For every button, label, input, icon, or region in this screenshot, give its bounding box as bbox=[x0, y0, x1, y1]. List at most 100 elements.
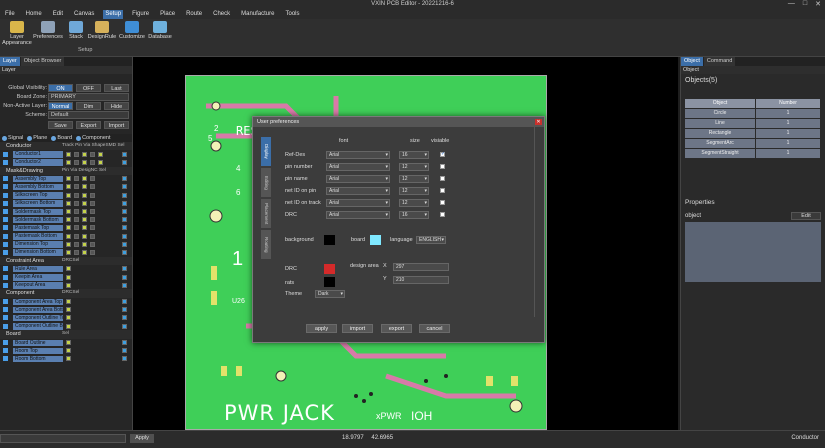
edit-button[interactable]: Edit bbox=[791, 212, 821, 220]
layer-option-checkbox[interactable] bbox=[122, 249, 127, 255]
layer-option-checkbox[interactable] bbox=[122, 323, 127, 329]
non-active-normal-button[interactable]: Normal bbox=[48, 102, 73, 110]
layer-row[interactable]: Board Outline bbox=[0, 339, 132, 347]
layer-option-checkbox[interactable] bbox=[98, 151, 103, 157]
layer-option-checkbox[interactable] bbox=[122, 266, 127, 272]
layer-row[interactable]: Silkscreen Bottom bbox=[0, 199, 132, 207]
minimize-button[interactable]: — bbox=[788, 0, 795, 8]
layer-option-checkbox[interactable] bbox=[122, 348, 127, 354]
layer-row[interactable]: Dimension Bottom bbox=[0, 248, 132, 256]
layer-visible-checkbox[interactable] bbox=[3, 323, 8, 329]
layer-option-checkbox[interactable] bbox=[122, 299, 127, 305]
design-area-y-input[interactable]: 210 bbox=[393, 276, 449, 284]
layer-visible-checkbox[interactable] bbox=[3, 356, 8, 362]
export-button[interactable]: export bbox=[381, 324, 412, 333]
layer-option-checkbox[interactable] bbox=[90, 233, 95, 239]
layer-option-checkbox[interactable] bbox=[122, 233, 127, 239]
layer-visible-checkbox[interactable] bbox=[3, 217, 8, 223]
tab-object-browser[interactable]: Object Browser bbox=[20, 57, 65, 66]
layer-visible-checkbox[interactable] bbox=[3, 209, 8, 214]
layer-option-checkbox[interactable] bbox=[82, 233, 87, 239]
visibility-off-button[interactable]: OFF bbox=[76, 84, 101, 92]
tab-layer[interactable]: Layer bbox=[0, 57, 20, 66]
font-select[interactable]: Arial bbox=[326, 199, 390, 207]
rats-color-swatch[interactable] bbox=[324, 277, 335, 287]
layer-option-checkbox[interactable] bbox=[66, 307, 71, 313]
layer-option-checkbox[interactable] bbox=[90, 225, 95, 231]
layer-visible-checkbox[interactable] bbox=[3, 282, 8, 288]
layer-section-header[interactable]: Component DRCSel bbox=[0, 289, 132, 298]
layer-option-checkbox[interactable] bbox=[122, 282, 127, 288]
layer-option-checkbox[interactable] bbox=[74, 151, 79, 157]
layer-row[interactable]: Keepout Area bbox=[0, 281, 132, 289]
layer-row[interactable]: Conductor2 bbox=[0, 158, 132, 166]
close-window-button[interactable]: ✕ bbox=[815, 0, 821, 8]
menu-tools[interactable]: Tools bbox=[283, 10, 301, 19]
layer-option-checkbox[interactable] bbox=[66, 184, 71, 190]
visible-checkbox[interactable] bbox=[440, 151, 445, 157]
background-color-swatch[interactable] bbox=[324, 235, 335, 245]
customize-button[interactable]: Customize bbox=[117, 21, 147, 40]
layer-option-checkbox[interactable] bbox=[90, 249, 95, 255]
design-rule-button[interactable]: DesignRule bbox=[86, 21, 118, 40]
layer-option-checkbox[interactable] bbox=[82, 200, 87, 206]
layer-option-checkbox[interactable] bbox=[122, 274, 127, 280]
layer-option-checkbox[interactable] bbox=[66, 192, 71, 198]
font-select[interactable]: Arial bbox=[326, 175, 390, 183]
tab-editing[interactable]: Editing bbox=[261, 168, 271, 197]
layer-visible-checkbox[interactable] bbox=[3, 200, 8, 206]
layer-option-checkbox[interactable] bbox=[66, 266, 71, 272]
layer-option-checkbox[interactable] bbox=[66, 176, 71, 182]
layer-section-header[interactable]: Mask&Drawing Pin Via DesigNC Sel bbox=[0, 166, 132, 175]
layer-visible-checkbox[interactable] bbox=[3, 176, 8, 182]
tab-object[interactable]: Object bbox=[681, 57, 703, 66]
layer-option-checkbox[interactable] bbox=[74, 249, 79, 255]
layer-row[interactable]: Component Area Top bbox=[0, 298, 132, 306]
layer-option-checkbox[interactable] bbox=[82, 225, 87, 231]
menu-edit[interactable]: Edit bbox=[51, 10, 65, 19]
layer-option-checkbox[interactable] bbox=[66, 323, 71, 329]
layer-option-checkbox[interactable] bbox=[66, 249, 71, 255]
layer-section-header[interactable]: Conductor Track Pin Via ShapeSMD Sel bbox=[0, 142, 132, 151]
layer-option-checkbox[interactable] bbox=[74, 241, 79, 247]
table-row[interactable]: Circle 1 bbox=[685, 109, 821, 118]
table-row[interactable]: Line 1 bbox=[685, 119, 821, 128]
visible-checkbox[interactable] bbox=[440, 212, 445, 217]
layer-option-checkbox[interactable] bbox=[66, 282, 71, 288]
font-select[interactable]: Arial bbox=[326, 187, 390, 195]
layer-option-checkbox[interactable] bbox=[66, 315, 71, 321]
menu-check[interactable]: Check bbox=[211, 10, 232, 19]
layer-option-checkbox[interactable] bbox=[122, 225, 127, 231]
table-row[interactable]: SegmentStraight 1 bbox=[685, 149, 821, 158]
layer-option-checkbox[interactable] bbox=[122, 356, 127, 362]
layer-visible-checkbox[interactable] bbox=[3, 315, 8, 321]
database-button[interactable]: Database bbox=[146, 21, 174, 40]
layer-option-checkbox[interactable] bbox=[82, 249, 87, 255]
layer-option-checkbox[interactable] bbox=[66, 274, 71, 280]
size-select[interactable]: 16 bbox=[399, 151, 429, 159]
layer-option-checkbox[interactable] bbox=[66, 233, 71, 239]
layer-appearance-button[interactable]: Layer Appearance bbox=[2, 21, 32, 46]
layer-option-checkbox[interactable] bbox=[74, 192, 79, 198]
layer-option-checkbox[interactable] bbox=[66, 217, 71, 223]
layer-visible-checkbox[interactable] bbox=[3, 266, 8, 272]
board-zone-select[interactable]: PRIMARY bbox=[48, 93, 129, 101]
layer-option-checkbox[interactable] bbox=[74, 209, 79, 214]
maximize-button[interactable]: □ bbox=[803, 0, 807, 8]
menu-figure[interactable]: Figure bbox=[130, 10, 151, 19]
layer-row[interactable]: Rule Area bbox=[0, 265, 132, 273]
table-row[interactable]: Rectangle 1 bbox=[685, 129, 821, 138]
font-select[interactable]: Arial bbox=[326, 211, 390, 219]
font-select[interactable]: Arial bbox=[326, 163, 390, 171]
layer-option-checkbox[interactable] bbox=[90, 209, 95, 214]
tab-routing[interactable]: Routing bbox=[261, 230, 271, 259]
layer-row[interactable]: Pastemask Top bbox=[0, 224, 132, 232]
scheme-select[interactable]: Default bbox=[48, 111, 129, 119]
scheme-save-button[interactable]: Save bbox=[48, 121, 73, 129]
layer-option-checkbox[interactable] bbox=[74, 176, 79, 182]
layer-option-checkbox[interactable] bbox=[66, 225, 71, 231]
drc-color-swatch[interactable] bbox=[324, 264, 335, 274]
layer-visible-checkbox[interactable] bbox=[3, 192, 8, 198]
layer-option-checkbox[interactable] bbox=[90, 200, 95, 206]
tab-command[interactable]: Command bbox=[703, 57, 736, 66]
